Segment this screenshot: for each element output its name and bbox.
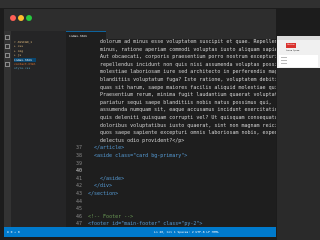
code-editor-window: ▾ ASSIGN_1 ▸ css ▸ img ▸ js index.html c… — [4, 9, 276, 237]
minimize-window-button[interactable] — [18, 15, 24, 21]
line-number: 44 — [75, 198, 82, 205]
code-line[interactable]: 37 </article> — [66, 145, 276, 153]
code-line[interactable]: 41 </aside> — [66, 176, 276, 184]
code-line[interactable]: minus, ratione aperiam commodi voluptas … — [66, 47, 276, 55]
line-number: 37 — [75, 145, 82, 152]
maximize-window-button[interactable] — [26, 15, 32, 21]
code-line[interactable]: repellendus incidunt non quis nisi assum… — [66, 62, 276, 70]
code-text: doloribus voluptatibus iusto quaerat, si… — [100, 122, 276, 129]
code-line[interactable]: assumenda numquam sit, eaque accusamus i… — [66, 107, 276, 115]
preview-text-line — [281, 57, 287, 58]
code-text: blanditiis voluptatum fuga? Iste ratione… — [100, 77, 276, 83]
code-text: repellendus incidunt non quis nisi assum… — [100, 61, 276, 68]
code-text: </aside> — [100, 175, 125, 182]
code-text: Praesentium rerum, minima fugit laudanti… — [100, 92, 276, 99]
explorer-file-style[interactable]: style.css — [14, 66, 36, 70]
line-number: 38 — [75, 153, 82, 159]
code-text: dolorum ad minus esse voluptatem suscipi… — [100, 39, 276, 45]
line-number: 39 — [75, 160, 82, 167]
code-text: quas sit harum, saepe maiores facilis al… — [100, 84, 276, 91]
search-icon[interactable] — [5, 44, 10, 49]
browser-toolbar — [277, 36, 320, 40]
code-line[interactable]: 39 — [66, 161, 276, 169]
code-line[interactable]: 46 <!-- Footer --> — [66, 214, 276, 222]
code-line[interactable]: 45 — [66, 206, 276, 214]
close-window-button[interactable] — [10, 15, 16, 21]
desktop-area — [277, 68, 320, 240]
activity-bar — [4, 31, 11, 227]
line-number: 43 — [75, 191, 82, 197]
code-line[interactable]: molestiae laboriosam iure sed architecto… — [66, 69, 276, 77]
code-text: assumenda numquam sit, eaque accusamus i… — [100, 107, 276, 114]
code-text: <aside class="card bg-primary"> — [94, 153, 188, 159]
code-area[interactable]: dolorum ad minus esse voluptatem suscipi… — [66, 39, 276, 235]
line-number: 41 — [75, 175, 82, 182]
preview-text-line — [281, 63, 287, 64]
code-line[interactable]: Praesentium rerum, minima fugit laudanti… — [66, 92, 276, 100]
file-tree: ▾ ASSIGN_1 ▸ css ▸ img ▸ js index.html c… — [14, 40, 36, 71]
code-text: quos saepe sapiente excepturi omnis labo… — [100, 130, 276, 137]
line-number: 42 — [75, 183, 82, 190]
code-line[interactable]: 40 — [66, 168, 276, 176]
explorer-icon[interactable] — [5, 35, 10, 40]
preview-button[interactable]: Button — [286, 43, 296, 48]
tab-index-html[interactable]: index.html — [66, 31, 106, 39]
extensions-icon[interactable] — [5, 62, 10, 67]
line-number: 46 — [75, 213, 82, 220]
code-text: </article> — [94, 145, 125, 152]
file-explorer: ▾ ASSIGN_1 ▸ css ▸ img ▸ js index.html c… — [11, 31, 66, 227]
preview-text-line — [281, 60, 287, 61]
code-line[interactable]: 44 — [66, 199, 276, 207]
preview-heading: Lorem Ipsum — [286, 50, 300, 52]
source-control-icon[interactable] — [5, 53, 10, 58]
code-line[interactable]: quos saepe sapiente excepturi omnis labo… — [66, 130, 276, 138]
status-info: Ln 40, Col 1 Spaces: 2 UTF-8 LF HTML — [154, 230, 220, 234]
menu-bar — [0, 0, 320, 8]
code-line[interactable]: Aut obcaecati, corporis praesentium porr… — [66, 54, 276, 62]
code-text: delectus odio provident?</p> — [100, 137, 185, 144]
status-bar: ⊗ 0 ⚠ 0 Ln 40, Col 1 Spaces: 2 UTF-8 LF … — [4, 227, 276, 237]
code-text: <!-- Footer --> — [88, 213, 134, 220]
line-number: 40 — [75, 168, 82, 175]
code-line[interactable]: 43 </section> — [66, 191, 276, 199]
problems-indicator[interactable]: ⊗ 0 ⚠ 0 — [7, 228, 20, 236]
editor-tabs: index.html — [66, 31, 276, 39]
preview-content — [279, 55, 318, 67]
code-text: minus, ratione aperiam commodi voluptas … — [100, 46, 276, 53]
editor-pane[interactable]: index.html dolorum ad minus esse volupta… — [66, 31, 276, 235]
code-text: </div> — [94, 183, 113, 190]
code-text: </section> — [88, 191, 119, 197]
line-number: 45 — [75, 206, 82, 213]
code-text: molestiae laboriosam iure sed architecto… — [100, 69, 276, 76]
code-line[interactable]: 42 </div> — [66, 183, 276, 191]
code-line[interactable]: 38 <aside class="card bg-primary"> — [66, 153, 276, 161]
browser-preview: Button Lorem Ipsum — [277, 36, 320, 68]
code-line[interactable]: quas sit harum, saepe maiores facilis al… — [66, 85, 276, 93]
code-line[interactable]: quis deleniti quisquam corrupti vel? Ut … — [66, 115, 276, 123]
code-line[interactable]: blanditiis voluptatum fuga? Iste ratione… — [66, 77, 276, 85]
window-titlebar — [4, 9, 276, 31]
code-text: Aut obcaecati, corporis praesentium porr… — [100, 54, 276, 61]
code-text: quis deleniti quisquam corrupti vel? Ut … — [100, 115, 276, 121]
code-text: pariatur sequi saepe blanditiis nobis na… — [100, 99, 272, 106]
code-line[interactable]: pariatur sequi saepe blanditiis nobis na… — [66, 100, 276, 108]
code-line[interactable]: dolorum ad minus esse voluptatem suscipi… — [66, 39, 276, 47]
code-line[interactable]: delectus odio provident?</p> — [66, 138, 276, 146]
code-line[interactable]: doloribus voluptatibus iusto quaerat, si… — [66, 123, 276, 131]
